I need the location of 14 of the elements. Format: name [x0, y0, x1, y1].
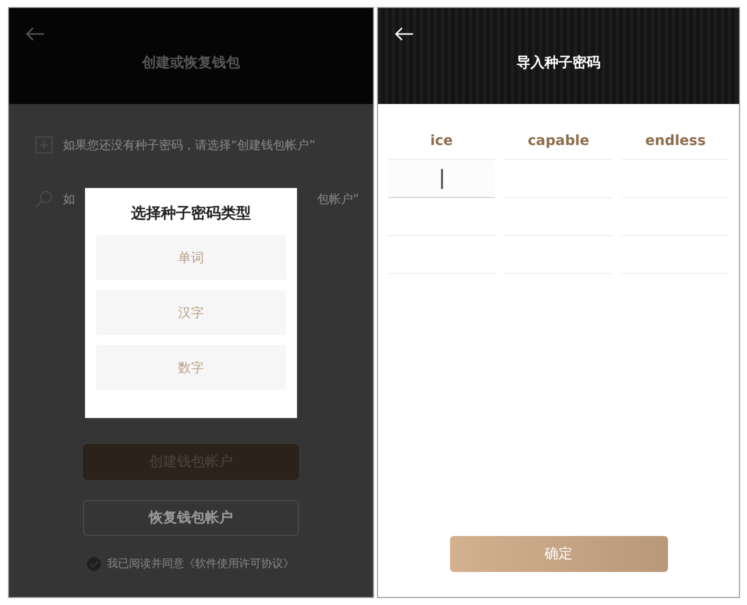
- confirm-button[interactable]: 确定: [450, 536, 668, 572]
- option-button[interactable]: 数字: [96, 345, 286, 390]
- info-text: 包帐户”: [316, 190, 359, 208]
- dialog-title: 选择种子密码类型: [130, 204, 252, 223]
- word-field[interactable]: endless: [622, 122, 729, 160]
- screen-title: 导入种子密码: [516, 54, 600, 72]
- action-button[interactable]: 恢复钱包帐户: [83, 500, 299, 536]
- option-button[interactable]: 汉字: [96, 290, 286, 335]
- agreement-text: 我已阅读并同意《软件使用许可协议》: [107, 556, 294, 571]
- info-text: 如: [63, 190, 75, 208]
- word-field[interactable]: capable: [505, 122, 612, 160]
- option-button[interactable]: 单词: [96, 235, 286, 280]
- info-text: 如果您还没有种子密码，请选择“创建钱包帐户”: [63, 136, 316, 154]
- screen-title: 创建或恢复钱包: [142, 54, 240, 72]
